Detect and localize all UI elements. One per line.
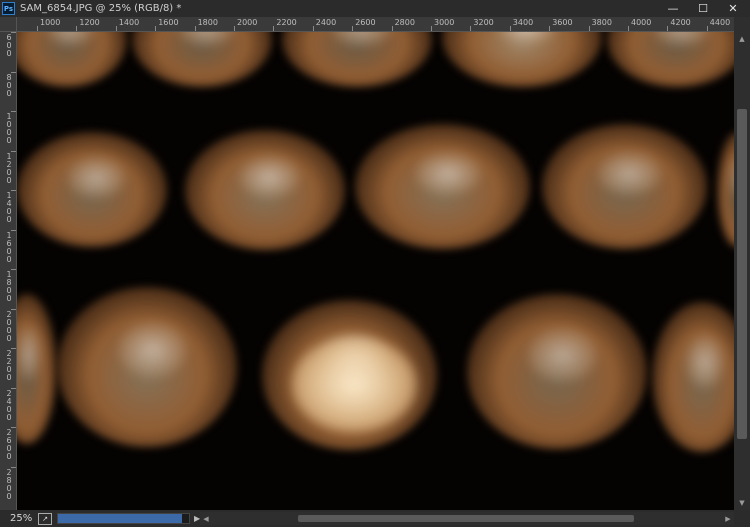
ruler-tick-mark [11, 348, 16, 349]
vertical-scrollbar[interactable]: ▲ ▼ [734, 17, 750, 510]
ruler-tick-mark [352, 26, 354, 31]
scroll-right-arrow-icon[interactable]: ▶ [722, 512, 734, 525]
ruler-tick-label: 1200 [6, 151, 12, 185]
scroll-down-arrow-icon[interactable]: ▼ [734, 496, 750, 510]
ruler-tick-label: 800 [6, 72, 12, 98]
ruler-tick-mark [628, 26, 629, 31]
ruler-tick-label: 3000 [434, 18, 455, 27]
ruler-tick-label: 600 [6, 33, 12, 58]
ruler-tick-mark [509, 26, 511, 31]
ruler-tick-mark [470, 26, 472, 31]
ruler-tick-mark [115, 26, 117, 31]
horizontal-scrollbar[interactable]: ◀ ▶ [200, 512, 734, 525]
status-bar: 25% ↗ ▶ ◀ ▶ [0, 510, 750, 527]
ruler-tick-label: 2000 [6, 309, 12, 343]
cup-highlight [686, 335, 724, 388]
document-title: SAM_6854.JPG @ 25% (RGB/8) * [20, 3, 182, 14]
ruler-tick-label: 2400 [315, 18, 337, 27]
ruler-origin-corner[interactable] [0, 17, 17, 32]
ruler-tick-label: 4400 [709, 18, 731, 27]
ruler-tick-mark [76, 26, 78, 31]
ruler-tick-label: 2600 [355, 18, 376, 27]
ruler-tick-mark [11, 387, 16, 389]
document-info-bar[interactable] [57, 513, 190, 524]
ruler-tick-mark [194, 26, 196, 31]
ruler-tick-mark [11, 269, 16, 270]
document-title-bar[interactable]: Ps SAM_6854.JPG @ 25% (RGB/8) * — ☐ ✕ [0, 0, 750, 17]
ruler-tick-label: 1000 [40, 18, 61, 27]
ruler-tick-label: 2200 [276, 18, 297, 27]
ruler-tick-label: 2000 [237, 18, 258, 27]
ruler-tick-mark [431, 26, 432, 31]
progress-fill [58, 514, 183, 523]
ruler-tick-mark [155, 26, 157, 31]
minimize-button[interactable]: — [658, 0, 688, 16]
image-canvas[interactable] [17, 32, 734, 510]
ruler-tick-label: 2800 [6, 467, 12, 501]
ruler-tick-mark [11, 229, 16, 231]
ruler-tick-mark [312, 26, 314, 31]
ruler-tick-label: 3600 [552, 18, 573, 27]
ruler-tick-mark [37, 26, 38, 31]
ruler-tick-label: 3800 [591, 18, 612, 27]
ruler-tick-label: 1400 [6, 191, 12, 224]
ruler-tick-label: 2600 [6, 428, 12, 461]
horizontal-ruler[interactable]: 1000 1200 1400 1600 1800 2000 2200 2400 2600 2800… [17, 17, 734, 32]
cup-highlight [598, 151, 661, 196]
vertical-scroll-thumb[interactable] [737, 109, 747, 439]
horizontal-scroll-thumb[interactable] [298, 515, 634, 522]
scroll-up-arrow-icon[interactable]: ▲ [734, 32, 750, 46]
ruler-tick-label: 1200 [79, 18, 100, 27]
ruler-tick-mark [11, 190, 16, 191]
ruler-tick-label: 3200 [473, 18, 494, 27]
ruler-tick-label: 1600 [158, 18, 179, 27]
window-controls: — ☐ ✕ [658, 0, 748, 17]
ruler-tick-label: 1000 [6, 112, 12, 145]
ruler-tick-mark [667, 26, 669, 31]
ruler-tick-mark [11, 71, 16, 73]
ruler-tick-label: 1800 [6, 270, 12, 303]
zoom-level[interactable]: 25% [0, 513, 36, 524]
cup-highlight [414, 151, 481, 196]
ruler-tick-label: 1400 [118, 18, 140, 27]
ruler-tick-label: 1600 [6, 230, 12, 264]
ruler-tick-mark [273, 26, 275, 31]
ruler-tick-mark [391, 26, 393, 31]
export-icon[interactable]: ↗ [38, 512, 52, 525]
ruler-tick-mark [11, 111, 16, 112]
ruler-tick-mark [11, 308, 16, 310]
ruler-tick-label: 2400 [6, 388, 12, 422]
restore-button[interactable]: ☐ [688, 0, 718, 16]
ruler-tick-label: 3400 [512, 18, 534, 27]
cup-highlight [118, 322, 187, 379]
ruler-tick-label: 4200 [670, 18, 691, 27]
cup-highlight [17, 327, 41, 380]
ruler-tick-mark [706, 26, 708, 31]
ruler-tick-mark [234, 26, 235, 31]
ruler-tick-label: 2800 [394, 18, 415, 27]
photoshop-app-icon: Ps [2, 2, 15, 15]
ruler-tick-mark [11, 150, 16, 152]
scroll-left-arrow-icon[interactable]: ◀ [200, 512, 212, 525]
ruler-tick-label: 1800 [197, 18, 218, 27]
ruler-tick-mark [11, 427, 16, 428]
ruler-tick-mark [11, 32, 16, 33]
cup-highlight [528, 328, 597, 383]
ruler-tick-label: 4000 [631, 18, 652, 27]
ruler-tick-mark [11, 466, 16, 468]
vertical-ruler[interactable]: 600 800 1000 1200 1400 1600 1800 2000 2200 2400 26… [0, 32, 17, 510]
bright-cup-glow [292, 337, 417, 432]
ruler-tick-label: 2200 [6, 349, 12, 382]
close-button[interactable]: ✕ [718, 0, 748, 16]
ruler-tick-mark [588, 26, 590, 31]
ruler-tick-mark [549, 26, 551, 31]
cup-highlight [68, 157, 125, 198]
